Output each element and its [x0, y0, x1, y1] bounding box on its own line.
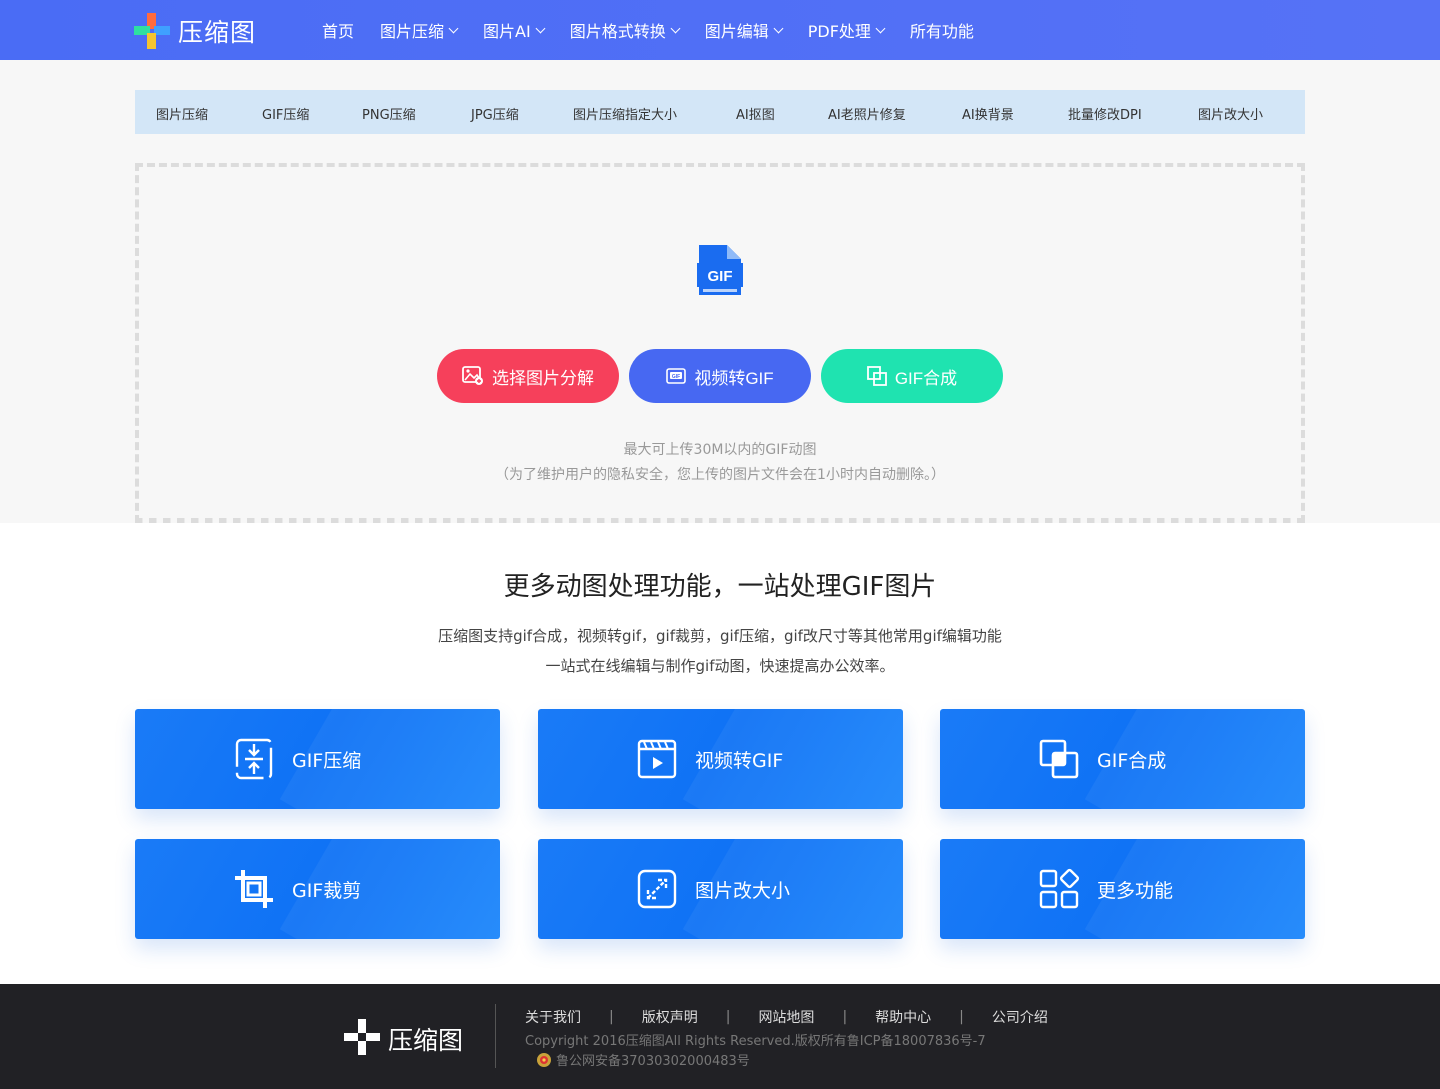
- site-logo[interactable]: 压缩图: [134, 12, 256, 50]
- features-desc-line2: 一站式在线编辑与制作gif动图，快速提高办公效率。: [545, 657, 895, 675]
- card-label: 更多功能: [1097, 879, 1174, 902]
- nav-label: 图片AI: [483, 22, 531, 41]
- subnav-resize[interactable]: 图片改大小: [1198, 104, 1263, 123]
- subnav-batch-dpi[interactable]: 批量修改DPI: [1068, 104, 1142, 123]
- main-nav: 首页 图片压缩 图片AI 图片格式转换 图片编辑 PDF处理 所有功能: [322, 0, 1000, 60]
- card-label: 视频转GIF: [695, 749, 784, 772]
- select-image-split-button[interactable]: 选择图片分解: [437, 349, 619, 403]
- resize-icon: [635, 867, 679, 911]
- chevron-down-icon: [535, 23, 546, 33]
- footer-logo-cross-icon: [344, 1019, 380, 1059]
- footer-link-sitemap[interactable]: 网站地图: [758, 1007, 814, 1027]
- subnav-png-compress[interactable]: PNG压缩: [362, 104, 416, 123]
- subnav-jpg-compress[interactable]: JPG压缩: [471, 104, 519, 123]
- card-more-features[interactable]: 更多功能: [940, 839, 1305, 939]
- footer-divider: [495, 1004, 496, 1068]
- nav-label: PDF处理: [807, 22, 871, 41]
- nav-all-features[interactable]: 所有功能: [910, 18, 974, 42]
- card-image-resize[interactable]: 图片改大小: [538, 839, 903, 939]
- link-separator: |: [959, 1009, 964, 1025]
- card-gif-compress[interactable]: GIF压缩: [135, 709, 500, 809]
- nav-label: 首页: [322, 22, 355, 41]
- card-label: GIF裁剪: [292, 879, 362, 902]
- subnav-ai-background[interactable]: AI换背景: [962, 104, 1014, 123]
- card-label: GIF合成: [1097, 749, 1167, 772]
- card-label: GIF压缩: [292, 749, 362, 772]
- police-badge-icon: [536, 1052, 552, 1068]
- more-apps-icon: [1037, 867, 1081, 911]
- link-separator: |: [609, 1009, 614, 1025]
- upload-size-hint: 最大可上传30M以内的GIF动图: [623, 442, 817, 458]
- footer-links: 关于我们 | 版权声明 | 网站地图 | 帮助中心 | 公司介绍: [525, 1007, 1048, 1027]
- card-gif-merge[interactable]: GIF合成: [940, 709, 1305, 809]
- gif-badge-icon: GIF: [666, 368, 687, 384]
- chevron-down-icon: [448, 23, 459, 33]
- nav-image-edit[interactable]: 图片编辑: [704, 18, 784, 42]
- subnav-compress-to-size[interactable]: 图片压缩指定大小: [573, 104, 677, 123]
- footer-logo[interactable]: 压缩图: [344, 1019, 463, 1059]
- chevron-down-icon: [773, 23, 784, 33]
- card-video-to-gif[interactable]: 视频转GIF: [538, 709, 903, 809]
- subnav-image-compress[interactable]: 图片压缩: [156, 104, 208, 123]
- footer-link-copyright[interactable]: 版权声明: [642, 1007, 698, 1027]
- nav-label: 图片格式转换: [569, 22, 666, 41]
- crop-icon: [232, 867, 276, 911]
- layers-icon: [866, 366, 887, 386]
- nav-home[interactable]: 首页: [322, 18, 354, 42]
- subnav-ai-photo-restore[interactable]: AI老照片修复: [828, 104, 906, 123]
- gif-merge-label: GIF合成: [894, 368, 958, 388]
- nav-label: 图片压缩: [380, 22, 445, 41]
- logo-cross-icon: [134, 13, 170, 49]
- footer-link-company[interactable]: 公司介绍: [992, 1007, 1048, 1027]
- footer-logo-text: 压缩图: [388, 1026, 464, 1055]
- image-add-icon: [462, 366, 484, 386]
- video-to-gif-button[interactable]: GIF 视频转GIF: [629, 349, 811, 403]
- link-separator: |: [725, 1009, 731, 1025]
- link-separator: |: [842, 1009, 848, 1025]
- subnav-gif-compress[interactable]: GIF压缩: [262, 104, 309, 123]
- footer-link-about[interactable]: 关于我们: [525, 1007, 581, 1027]
- features-title: 更多动图处理功能，一站处理GIF图片: [503, 572, 937, 602]
- card-gif-crop[interactable]: GIF裁剪: [135, 839, 500, 939]
- footer-police-record[interactable]: 鲁公网安备37030302000483号: [536, 1050, 750, 1069]
- nav-image-compress[interactable]: 图片压缩: [380, 18, 459, 42]
- nav-pdf[interactable]: PDF处理: [807, 18, 886, 42]
- tool-subnav: 图片压缩 GIF压缩 PNG压缩 JPG压缩 图片压缩指定大小 AI抠图 AI老…: [135, 90, 1305, 134]
- chevron-down-icon: [670, 23, 681, 33]
- nav-image-ai[interactable]: 图片AI: [483, 18, 546, 42]
- video-icon: [635, 737, 679, 781]
- gif-file-icon: GIF: [697, 243, 743, 297]
- dropzone-bottom-border: [135, 518, 1305, 523]
- merge-icon: [1037, 737, 1081, 781]
- video-to-gif-label: 视频转GIF: [694, 368, 774, 388]
- subnav-ai-cutout[interactable]: AI抠图: [736, 104, 775, 123]
- footer-link-help[interactable]: 帮助中心: [875, 1007, 931, 1027]
- svg-text:GIF: GIF: [672, 374, 680, 380]
- chevron-down-icon: [875, 23, 886, 33]
- police-record-text: 鲁公网安备37030302000483号: [556, 1054, 750, 1069]
- nav-label: 所有功能: [909, 22, 974, 41]
- logo-text: 压缩图: [178, 18, 257, 47]
- privacy-hint: （为了维护用户的隐私安全，您上传的图片文件会在1小时内自动删除。）: [495, 467, 945, 483]
- features-desc-line1: 压缩图支持gif合成，视频转gif，gif裁剪，gif压缩，gif改尺寸等其他常…: [438, 627, 1002, 645]
- footer-copyright: Copyright 2016压缩图All Rights Reserved.版权所…: [525, 1034, 986, 1049]
- gif-merge-button[interactable]: GIF合成: [821, 349, 1003, 403]
- card-label: 图片改大小: [695, 879, 791, 902]
- nav-label: 图片编辑: [704, 22, 769, 41]
- top-navbar: 压缩图 首页 图片压缩 图片AI 图片格式转换 图片编辑 PDF处理 所有功能: [0, 0, 1440, 60]
- select-image-split-label: 选择图片分解: [492, 368, 594, 388]
- gif-file-icon-label: GIF: [708, 268, 733, 285]
- nav-format-convert[interactable]: 图片格式转换: [569, 18, 681, 42]
- compress-icon: [232, 737, 276, 781]
